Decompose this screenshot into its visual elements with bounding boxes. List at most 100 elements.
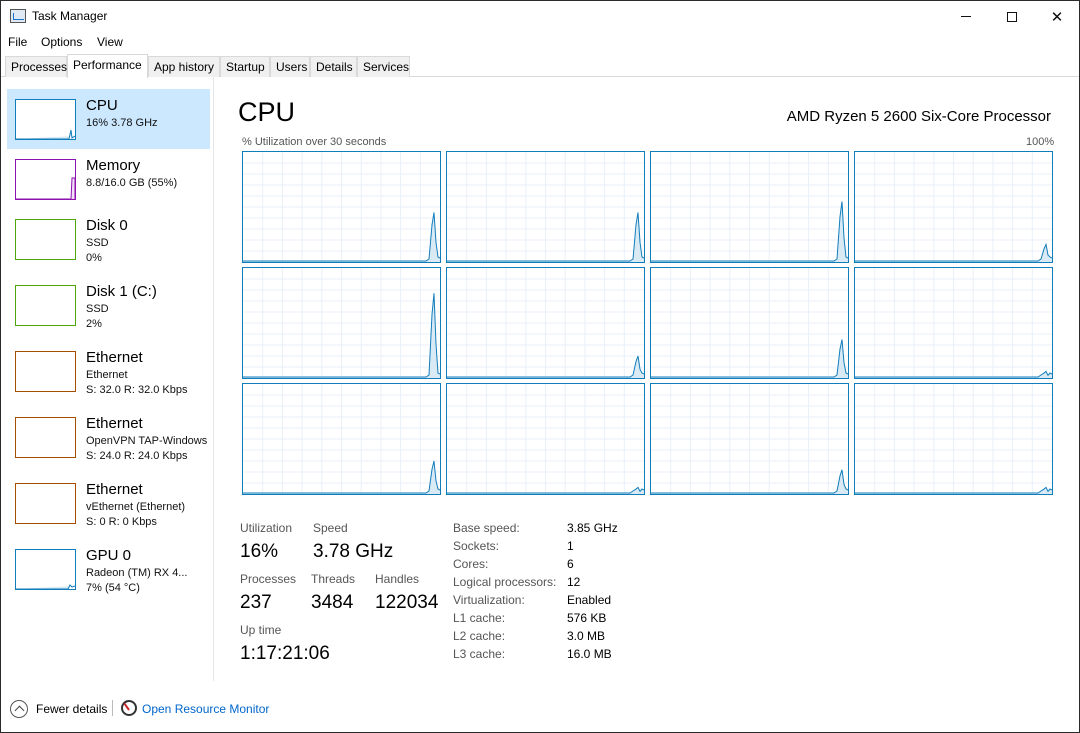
virtualization-value: Enabled [567,593,612,607]
title-bar[interactable]: Task Manager ✕ [1,1,1079,32]
sidebar-item-memory[interactable]: Memory 8.8/16.0 GB (55%) [7,149,210,209]
disk-thumbnail [15,285,76,326]
sidebar-item-detail: vEthernet (Ethernet) [86,501,186,513]
speed-value: 3.78 GHz [313,541,394,562]
sidebar-item-detail: 8.8/16.0 GB (55%) [86,177,178,189]
sidebar-item-detail: S: 24.0 R: 24.0 Kbps [86,450,188,462]
resource-monitor-icon [121,700,137,716]
core-graph-11 [650,383,849,495]
core-graph-6 [446,267,645,379]
footer-divider [112,700,113,716]
sidebar-item-detail: Ethernet [86,369,128,381]
sidebar-item-label: Disk 0 [86,217,128,234]
sidebar-item-detail: SSD [86,303,109,315]
uptime-label: Up time [240,623,282,637]
sidebar-item-detail: 0% [86,252,102,264]
sidebar-item-disk-1[interactable]: Disk 1 (C:) SSD 2% [7,275,210,335]
core-graph-10 [446,383,645,495]
handles-value: 122034 [375,592,439,613]
maximize-button[interactable] [989,1,1035,32]
sidebar-item-detail: 7% (54 °C) [86,582,140,594]
uptime-value: 1:17:21:06 [240,643,330,664]
tab-app-history[interactable]: App history [148,56,220,77]
core-graph-8 [854,267,1053,379]
tab-startup[interactable]: Startup [220,56,270,77]
sockets-label: Sockets: [453,539,500,553]
sidebar-item-disk-0[interactable]: Disk 0 SSD 0% [7,209,210,269]
minimize-button[interactable] [943,1,989,32]
maximize-icon [1007,11,1017,22]
gpu-thumbnail [15,549,76,590]
l3-cache-label: L3 cache: [453,647,506,661]
core-graph-5 [242,267,441,379]
sidebar-item-cpu[interactable]: CPU 16% 3.78 GHz [7,89,210,149]
sidebar-item-label: GPU 0 [86,547,132,564]
menu-bar: File Options View [1,32,1079,53]
l1-cache-label: L1 cache: [453,611,506,625]
memory-thumbnail [15,159,76,200]
task-manager-window: Task Manager ✕ File Options View Process… [0,0,1080,733]
sidebar-item-ethernet-3[interactable]: Ethernet vEthernet (Ethernet) S: 0 R: 0 … [7,473,210,533]
core-graph-2 [446,151,645,263]
sidebar-item-detail: OpenVPN TAP-Windows [86,435,208,447]
sidebar-item-detail: 2% [86,318,102,330]
logical-processors-value: 12 [567,575,581,589]
sidebar-item-detail: S: 32.0 R: 32.0 Kbps [86,384,188,396]
tab-bar: Processes Performance App history Startu… [1,54,1079,78]
performance-sidebar: CPU 16% 3.78 GHz Memory 8.8/16.0 GB (55%… [1,77,214,681]
utilization-label: Utilization [240,521,293,535]
core-graph-7 [650,267,849,379]
l2-cache-label: L2 cache: [453,629,506,643]
sidebar-item-ethernet-1[interactable]: Ethernet Ethernet S: 32.0 R: 32.0 Kbps [7,341,210,401]
sidebar-item-detail: SSD [86,237,109,249]
core-graph-12 [854,383,1053,495]
sidebar-item-label: Memory [86,157,141,174]
page-title: CPU [238,97,296,127]
l1-cache-value: 576 KB [567,611,607,625]
close-icon: ✕ [1050,8,1064,26]
menu-view[interactable]: View [97,35,123,49]
ethernet-thumbnail [15,351,76,392]
sidebar-item-label: Ethernet [86,481,143,498]
base-speed-label: Base speed: [453,521,520,535]
menu-file[interactable]: File [8,35,27,49]
footer-bar: Fewer details Open Resource Monitor [1,694,1079,724]
fewer-details-button[interactable]: Fewer details [36,702,107,716]
menu-options[interactable]: Options [41,35,82,49]
tab-services[interactable]: Services [357,56,410,77]
l2-cache-value: 3.0 MB [567,629,606,643]
handles-label: Handles [375,572,420,586]
tab-performance[interactable]: Performance [67,54,148,78]
sidebar-item-ethernet-2[interactable]: Ethernet OpenVPN TAP-Windows S: 24.0 R: … [7,407,210,467]
sidebar-item-detail: S: 0 R: 0 Kbps [86,516,157,528]
processes-label: Processes [240,572,297,586]
processor-name: AMD Ryzen 5 2600 Six-Core Processor [786,108,1051,125]
core-graph-3 [650,151,849,263]
threads-value: 3484 [311,592,354,613]
minimize-icon [961,16,971,17]
logical-processors-label: Logical processors: [453,575,557,589]
ethernet-thumbnail [15,483,76,524]
cpu-thumbnail [15,99,76,140]
core-graph-1 [242,151,441,263]
close-button[interactable]: ✕ [1034,1,1080,32]
tab-details[interactable]: Details [310,56,357,77]
tab-users[interactable]: Users [270,56,310,77]
chevron-up-icon[interactable] [10,700,28,718]
ethernet-thumbnail [15,417,76,458]
core-graph-4 [854,151,1053,263]
sidebar-item-label: CPU [86,97,118,114]
window-title: Task Manager [32,9,108,23]
open-resource-monitor-link[interactable]: Open Resource Monitor [142,702,269,716]
threads-label: Threads [311,572,356,586]
max-percent-label: 100% [1026,136,1055,148]
cores-label: Cores: [453,557,489,571]
sidebar-item-detail: 16% 3.78 GHz [86,117,158,129]
task-manager-icon [10,9,26,23]
sidebar-item-gpu-0[interactable]: GPU 0 Radeon (TM) RX 4... 7% (54 °C) [7,539,210,599]
core-graph-9 [242,383,441,495]
l3-cache-value: 16.0 MB [567,647,612,661]
tab-processes[interactable]: Processes [5,56,67,77]
virtualization-label: Virtualization: [453,593,525,607]
sidebar-item-label: Ethernet [86,415,143,432]
